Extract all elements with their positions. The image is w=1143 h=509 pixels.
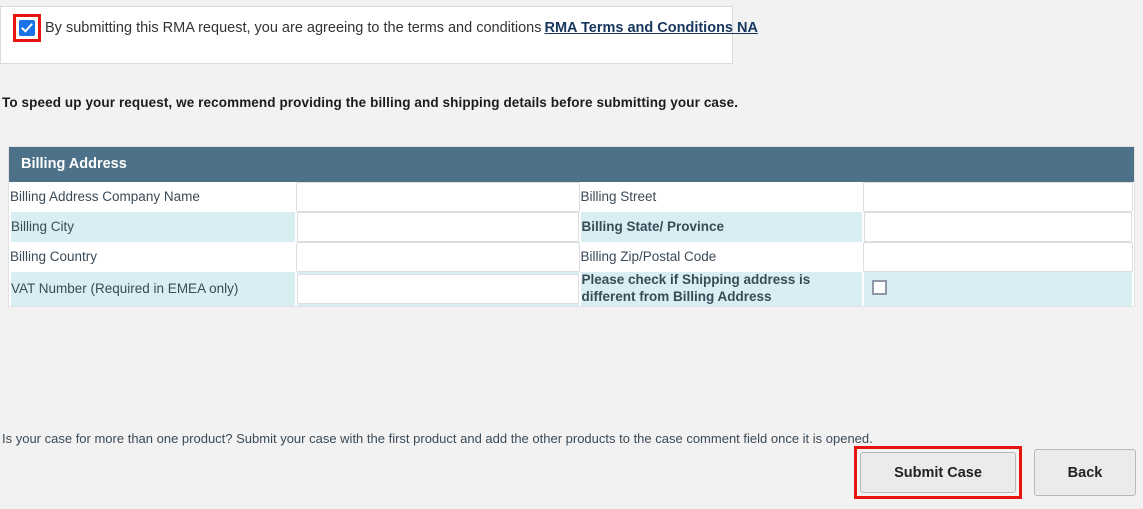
submit-button-highlight: Submit Case [854,446,1022,499]
billing-state-province-input[interactable] [864,212,1132,243]
table-row: Billing Country Billing Zip/Postal Code [10,242,1133,273]
rma-terms-link[interactable]: RMA Terms and Conditions NA [544,20,757,36]
footer-note: Is your case for more than one product? … [2,431,873,446]
input-cell [295,272,582,307]
billing-address-header: Billing Address [9,147,1134,183]
shipping-different-checkbox[interactable] [872,280,888,296]
input-cell [862,212,1134,243]
input-cell [295,212,582,243]
table-row: Billing City Billing State/ Province [8,212,1134,243]
rma-agreement-box: By submitting this RMA request, you are … [0,6,758,64]
label-cell: Billing Country [10,242,297,273]
speedup-note: To speed up your request, we recommend p… [2,95,739,110]
agreement-checkbox-highlight [13,14,41,42]
checkbox-cell [862,272,1134,307]
label-cell: Billing Street [580,182,864,213]
table-row: VAT Number (Required in EMEA only) Pleas… [8,272,1134,307]
table-row: Billing Address Company Name Billing Str… [10,182,1133,213]
billing-address-table: Billing Address Company Name Billing Str… [8,182,1134,307]
input-cell [296,242,581,273]
billing-city-input[interactable] [297,212,580,243]
input-cell [296,182,581,213]
billing-street-input[interactable] [863,182,1133,213]
agreement-text: By submitting this RMA request, you are … [45,19,542,36]
agreement-row: By submitting this RMA request, you are … [1,7,758,42]
agreement-text-wrapper: By submitting this RMA request, you are … [45,21,758,36]
label-cell: Billing City [8,212,298,243]
billing-address-panel: Billing Address Billing Address Company … [8,146,1135,308]
vat-number-input[interactable] [297,274,580,305]
input-cell [863,182,1133,213]
label-cell: VAT Number (Required in EMEA only) [8,272,298,307]
button-bar: Submit Case Back [854,446,1136,499]
input-cell [863,242,1133,273]
agreement-checkbox[interactable] [19,20,35,36]
back-button[interactable]: Back [1034,449,1136,496]
label-cell: Billing State/ Province [579,212,865,243]
label-cell: Billing Zip/Postal Code [580,242,864,273]
billing-country-input[interactable] [296,242,581,273]
billing-zip-postal-code-input[interactable] [863,242,1133,273]
label-cell: Please check if Shipping address is diff… [579,272,865,307]
billing-company-name-input[interactable] [296,182,581,213]
label-cell: Billing Address Company Name [10,182,297,213]
submit-case-button[interactable]: Submit Case [860,452,1016,493]
